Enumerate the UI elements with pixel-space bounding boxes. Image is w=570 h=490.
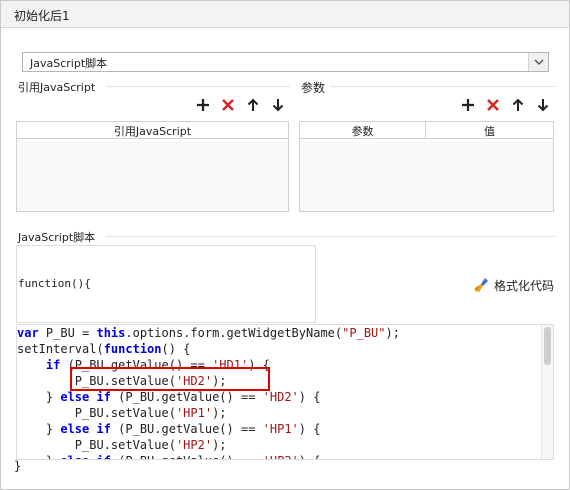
ref-js-table[interactable]: 引用JavaScript — [16, 121, 289, 212]
table-header: 引用JavaScript — [17, 122, 288, 139]
arrow-up-icon[interactable] — [245, 97, 261, 113]
params-section-label: 参数 — [301, 81, 326, 95]
code-line: } else if (P_BU.getValue() == 'HP2') { — [17, 453, 321, 459]
function-header: function(){ — [18, 277, 91, 290]
plus-icon[interactable] — [460, 97, 476, 113]
arrow-down-icon[interactable] — [270, 97, 286, 113]
function-header-box: function(){ — [16, 245, 316, 323]
code-line: var P_BU = this.options.form.getWidgetBy… — [17, 326, 400, 340]
title-bar: 初始化后1 — [1, 1, 569, 28]
format-code-button[interactable]: 格式化代码 — [474, 277, 554, 293]
window-title: 初始化后1 — [14, 9, 70, 23]
code-editor[interactable]: var P_BU = this.options.form.getWidgetBy… — [16, 324, 554, 460]
delete-icon[interactable] — [485, 97, 501, 113]
code-line: } else if (P_BU.getValue() == 'HD2') { — [17, 390, 321, 404]
table-body[interactable] — [17, 141, 288, 211]
column-header-param[interactable]: 参数 — [300, 122, 426, 139]
script-section-label: JavaScript脚本 — [18, 231, 96, 244]
column-header-value[interactable]: 值 — [426, 122, 553, 139]
script-type-select[interactable]: JavaScript脚本 — [22, 52, 549, 72]
divider — [330, 86, 555, 87]
divider — [106, 86, 290, 87]
scrollbar[interactable] — [541, 325, 553, 459]
column-header-ref-js[interactable]: 引用JavaScript — [17, 122, 288, 139]
table-body[interactable] — [300, 141, 553, 211]
code-line: setInterval(function() { — [17, 342, 191, 356]
code-line: P_BU.setValue('HP1'); — [17, 406, 227, 420]
broom-icon — [474, 278, 488, 292]
chevron-down-icon[interactable] — [528, 53, 548, 71]
delete-icon[interactable] — [220, 97, 236, 113]
function-closing-brace: } — [14, 459, 22, 473]
code-line: P_BU.setValue('HP2'); — [17, 438, 227, 452]
divider — [106, 236, 555, 237]
params-table[interactable]: 参数 值 — [299, 121, 554, 212]
scrollbar-thumb[interactable] — [544, 327, 551, 365]
highlight-box — [70, 367, 270, 391]
ref-js-section-label: 引用JavaScript — [18, 81, 96, 94]
arrow-down-icon[interactable] — [535, 97, 551, 113]
arrow-up-icon[interactable] — [510, 97, 526, 113]
script-type-value: JavaScript脚本 — [30, 57, 108, 70]
format-code-label: 格式化代码 — [494, 278, 555, 293]
plus-icon[interactable] — [195, 97, 211, 113]
code-line: } else if (P_BU.getValue() == 'HP1') { — [17, 422, 321, 436]
table-header: 参数 值 — [300, 122, 553, 139]
